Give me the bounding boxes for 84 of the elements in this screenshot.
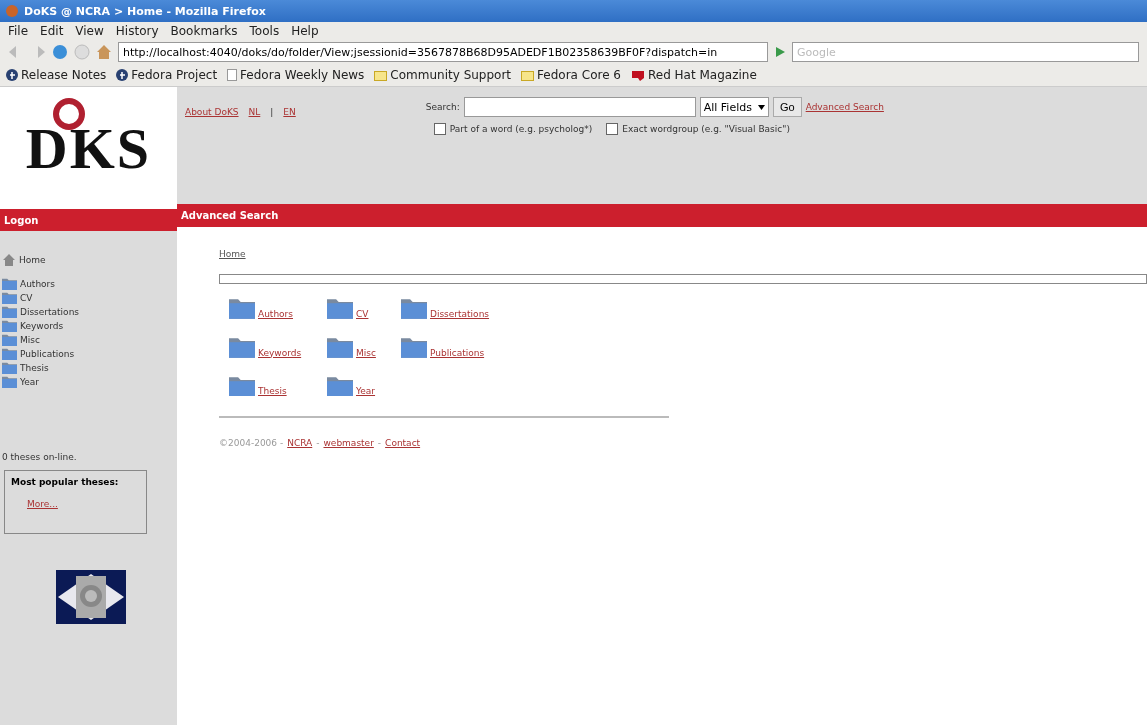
folder-icon [229, 298, 255, 319]
folder-icon [2, 362, 17, 374]
advanced-search-link[interactable]: Advanced Search [805, 102, 884, 112]
folder-link[interactable]: Year [327, 375, 401, 397]
folder-icon [2, 320, 17, 332]
checkbox-label: Exact wordgroup (e.g. "Visual Basic") [622, 124, 790, 134]
folder-icon [401, 298, 427, 319]
home-icon [2, 253, 16, 266]
folder-icon [2, 334, 17, 346]
folder-icon [327, 336, 353, 358]
sidebar-item[interactable]: Year [2, 376, 177, 388]
folder-icon [327, 298, 353, 319]
address-field[interactable]: http://localhost:4040/doks/do/folder/View;jsessionid=3567878B68D95ADEDF1B02358639BF0F?dispatch=in [118, 42, 768, 62]
more-link[interactable]: More... [27, 499, 140, 509]
menu-item[interactable]: Bookmarks [170, 24, 238, 38]
sidebar-item[interactable]: Authors [2, 278, 177, 290]
folder-icon [2, 348, 17, 360]
separator: | [270, 107, 274, 117]
sidebar-item[interactable]: Thesis [2, 362, 177, 374]
menu-item[interactable]: View [75, 24, 104, 38]
folder-icon [2, 292, 17, 304]
menu-item[interactable]: Tools [249, 24, 280, 38]
advanced-search-bar[interactable]: Advanced Search [177, 204, 1147, 227]
folder-link[interactable]: Misc [327, 336, 401, 358]
logon-bar[interactable]: Logon [0, 209, 177, 231]
sidebar-item[interactable]: Publications [2, 348, 177, 360]
sidebar-item[interactable]: Dissertations [2, 306, 177, 318]
folder-link[interactable]: Publications [401, 336, 491, 358]
copyright: ©2004-2006 - [219, 438, 284, 449]
menu-item[interactable]: File [8, 24, 29, 38]
folder-link[interactable]: Thesis [229, 375, 327, 397]
breadcrumb-link[interactable]: Home [219, 249, 1147, 259]
folder-link[interactable]: Authors [229, 298, 327, 319]
folder-icon [521, 69, 535, 81]
menu-item[interactable]: Edit [40, 24, 64, 38]
popular-title: Most popular theses: [11, 477, 120, 487]
menu-item[interactable]: History [115, 24, 159, 38]
bookmark[interactable]: Fedora Core 6 [521, 68, 621, 82]
logo: DKS [25, 114, 152, 182]
folder-icon [2, 376, 17, 388]
language-link[interactable]: NL [248, 107, 261, 117]
separator: - [316, 438, 320, 449]
folder-icon [229, 336, 255, 358]
home-link[interactable]: Home [2, 253, 177, 266]
bookmark[interactable]: Release Notes [6, 68, 107, 82]
ring-icon [52, 97, 86, 131]
home-icon[interactable] [96, 44, 112, 60]
bookmark[interactable]: Fedora Weekly News [227, 68, 365, 82]
sidebar-item[interactable]: CV [2, 292, 177, 304]
go-button[interactable]: Go [772, 97, 802, 117]
checkbox[interactable] [606, 123, 619, 135]
sidebar-item[interactable]: Keywords [2, 320, 177, 332]
search-field[interactable] [463, 97, 696, 117]
footer-link[interactable]: Contact [385, 438, 421, 449]
go-icon[interactable] [774, 46, 786, 58]
folder-icon [229, 375, 255, 397]
page-icon [227, 69, 238, 81]
online-count: 0 theses on-line. [1, 452, 78, 462]
folder-link[interactable]: CV [327, 298, 401, 319]
checkbox[interactable] [433, 123, 446, 135]
folder-icon [374, 69, 388, 81]
folder-icon [327, 375, 353, 397]
sidebar-item[interactable]: Misc [2, 334, 177, 346]
folder-icon [2, 306, 17, 318]
checkbox-label: Part of a word (e.g. psycholog*) [449, 124, 593, 134]
about-link[interactable]: About DoKS [185, 107, 239, 117]
fedora-icon [116, 69, 129, 81]
caret-icon [757, 104, 765, 110]
fedora-icon [6, 69, 18, 81]
footer-link[interactable]: webmaster [323, 438, 374, 449]
folder-icon [401, 336, 427, 358]
bookmark[interactable]: Fedora Project [116, 68, 218, 82]
field-select[interactable]: All Fields [699, 97, 769, 117]
bookmark[interactable]: Community Support [374, 68, 512, 82]
window-title: DoKS @ NCRA > Home - Mozilla Firefox [24, 4, 266, 18]
search-label: Search: [425, 102, 460, 112]
language-link[interactable]: EN [283, 107, 296, 117]
footer-link[interactable]: NCRA [287, 438, 313, 449]
folder-link[interactable]: Keywords [229, 336, 327, 358]
menu-item[interactable]: Help [291, 24, 319, 38]
folder-icon [2, 278, 17, 290]
bookmark[interactable]: Red Hat Magazine [631, 68, 757, 82]
folder-link[interactable]: Dissertations [401, 298, 491, 319]
separator: - [377, 438, 382, 449]
